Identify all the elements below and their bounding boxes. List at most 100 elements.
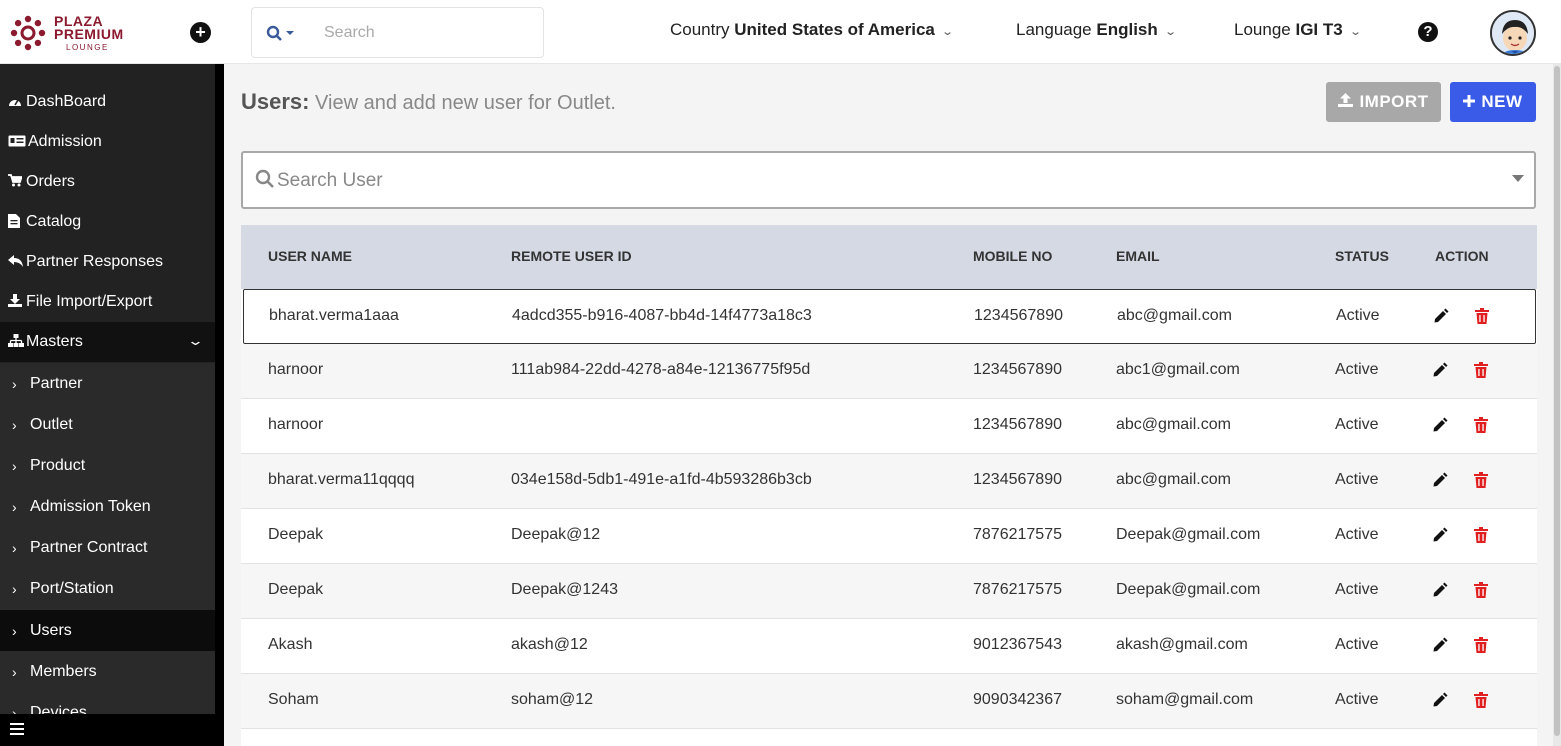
sidebar-item-admission[interactable]: Admission	[0, 122, 215, 162]
global-search	[251, 7, 544, 58]
page-scrollbar[interactable]	[1553, 64, 1561, 746]
cell-email: abc@gmail.com	[1116, 471, 1231, 488]
trash-icon[interactable]	[1474, 417, 1488, 433]
table-row[interactable]: bharat.verma11qqqq 034e158d-5db1-491e-a1f…	[241, 454, 1537, 509]
column-header-status[interactable]: STATUS	[1335, 248, 1389, 264]
sidebar-item-port-station[interactable]: › Port/Station	[0, 568, 215, 610]
avatar[interactable]	[1490, 10, 1536, 56]
sidebar-item-outlet[interactable]: › Outlet	[0, 404, 215, 445]
cell-email: Deepak@gmail.com	[1116, 526, 1261, 543]
sidebar-scrollbar[interactable]	[215, 64, 224, 714]
lounge-value: IGI T3	[1295, 20, 1343, 39]
sidebar-item-dashboard[interactable]: DashBoard	[0, 82, 215, 122]
cell-user-name: harnoor	[268, 361, 324, 378]
sidebar-item-partner[interactable]: › Partner	[0, 363, 215, 404]
pencil-icon[interactable]	[1433, 308, 1449, 324]
column-header-user-name[interactable]: USER NAME	[268, 248, 352, 264]
cart-icon	[0, 174, 26, 190]
chevron-right-icon: ›	[12, 704, 17, 715]
cell-status: Active	[1335, 636, 1379, 653]
column-header-mobile-no[interactable]: MOBILE NO	[973, 248, 1052, 264]
cell-email: abc@gmail.com	[1117, 307, 1232, 324]
help-icon[interactable]: ?	[1418, 22, 1438, 42]
trash-icon[interactable]	[1474, 472, 1488, 488]
table-row[interactable]: Soham soham@12 9090342367 soham@gmail.com Ac…	[241, 674, 1537, 729]
sidebar-item-users[interactable]: › Users	[0, 610, 215, 651]
sidebar-item-orders[interactable]: Orders	[0, 162, 215, 202]
sidebar-item-label: Outlet	[30, 415, 73, 433]
chevron-right-icon: ›	[12, 416, 17, 433]
sidebar-item-admission-token[interactable]: › Admission Token	[0, 486, 215, 527]
chevron-right-icon: ›	[12, 581, 17, 597]
cell-status: Active	[1335, 416, 1379, 433]
trash-icon[interactable]	[1474, 692, 1488, 708]
download-icon	[0, 294, 26, 310]
column-header-remote-user-id[interactable]: REMOTE USER ID	[511, 248, 632, 264]
cell-user-name: bharat.verma11qqqq	[268, 471, 415, 488]
sidebar-item-label: Admission	[28, 133, 102, 150]
global-search-input[interactable]	[324, 20, 524, 46]
add-circle-icon[interactable]: +	[190, 22, 211, 43]
sidebar-item-partner-responses[interactable]: Partner Responses	[0, 242, 215, 282]
cell-mobile-no: 1234567890	[974, 307, 1063, 324]
pencil-icon[interactable]	[1432, 692, 1448, 708]
table-row[interactable]: harnoor 111ab984-22dd-4278-a84e-12136775f…	[241, 344, 1537, 399]
country-selector[interactable]: Country United States of America ⌄	[670, 20, 954, 40]
search-dropdown-icon[interactable]	[266, 24, 302, 44]
cell-mobile-no: 7876217575	[973, 581, 1062, 598]
pencil-icon[interactable]	[1432, 472, 1448, 488]
table-row[interactable]: Deepak Deepak@1243 7876217575 Deepak@gmail.…	[241, 564, 1537, 619]
sidebar-item-file-import-export[interactable]: File Import/Export	[0, 282, 215, 322]
trash-icon[interactable]	[1474, 527, 1488, 543]
sidebar-item-devices[interactable]: › Devices	[0, 692, 215, 714]
table-row[interactable]: harnoor 1234567890 abc@gmail.com Active	[241, 399, 1537, 454]
column-header-email[interactable]: EMAIL	[1116, 248, 1160, 264]
search-icon	[255, 169, 274, 188]
table-row[interactable]: Deepak Deepak@12 7876217575 Deepak@gmail.co…	[241, 509, 1537, 564]
lounge-label: Lounge	[1234, 20, 1291, 39]
sidebar-item-label: Members	[30, 662, 97, 680]
logo-mark-icon	[10, 15, 46, 51]
cell-remote-user-id: soham@12	[511, 691, 594, 708]
sidebar-item-partner-contract[interactable]: › Partner Contract	[0, 527, 215, 568]
trash-icon[interactable]	[1475, 308, 1489, 324]
sidebar-item-members[interactable]: › Members	[0, 651, 215, 692]
cell-status: Active	[1335, 361, 1379, 378]
cell-user-name: Deepak	[268, 526, 324, 543]
new-user-button[interactable]: NEW	[1450, 82, 1536, 122]
trash-icon[interactable]	[1474, 582, 1488, 598]
sidebar-item-label: Partner Contract	[30, 538, 148, 556]
pencil-icon[interactable]	[1432, 637, 1448, 653]
upload-icon	[1338, 93, 1354, 111]
sidebar-item-product[interactable]: › Product	[0, 445, 215, 486]
sidebar-item-label: Admission Token	[30, 497, 151, 515]
table-row[interactable]: bharat.verma1aaa 4adcd355-b916-4087-bb4d-…	[243, 289, 1536, 344]
sidebar-item-catalog[interactable]: Catalog	[0, 202, 215, 242]
pencil-icon[interactable]	[1432, 417, 1448, 433]
users-table: USER NAME REMOTE USER ID MOBILE NO EMAIL…	[241, 225, 1537, 746]
page-title: Users:	[241, 89, 310, 114]
cell-remote-user-id: akash@12	[511, 636, 588, 653]
sidebar-item-masters[interactable]: Masters ⌄	[0, 322, 215, 362]
user-search-input[interactable]	[277, 167, 1277, 195]
cell-email: soham@gmail.com	[1116, 691, 1254, 708]
top-bar: PLAZA PREMIUM LOUNGE + Country United St…	[0, 0, 1561, 64]
trash-icon[interactable]	[1474, 362, 1488, 378]
chevron-down-icon: ⌄	[186, 333, 205, 348]
import-button[interactable]: IMPORT	[1326, 82, 1441, 122]
import-button-label: IMPORT	[1359, 92, 1429, 111]
sidebar-item-label: Product	[30, 456, 86, 474]
pencil-icon[interactable]	[1432, 582, 1448, 598]
lounge-selector[interactable]: Lounge IGI T3 ⌄	[1234, 20, 1362, 40]
trash-icon[interactable]	[1474, 637, 1488, 653]
pencil-icon[interactable]	[1432, 527, 1448, 543]
table-row[interactable]: Akash akash@12 9012367543 akash@gmail.com Ac…	[241, 619, 1537, 674]
reply-icon	[0, 254, 26, 270]
plaza-premium-logo[interactable]: PLAZA PREMIUM LOUNGE	[10, 13, 140, 53]
pencil-icon[interactable]	[1432, 362, 1448, 378]
caret-down-icon[interactable]	[1512, 175, 1524, 182]
cell-status: Active	[1335, 581, 1379, 598]
hamburger-menu-icon[interactable]	[10, 723, 24, 735]
sidebar-item-label: Masters	[26, 333, 83, 350]
language-selector[interactable]: Language English ⌄	[1016, 20, 1177, 40]
